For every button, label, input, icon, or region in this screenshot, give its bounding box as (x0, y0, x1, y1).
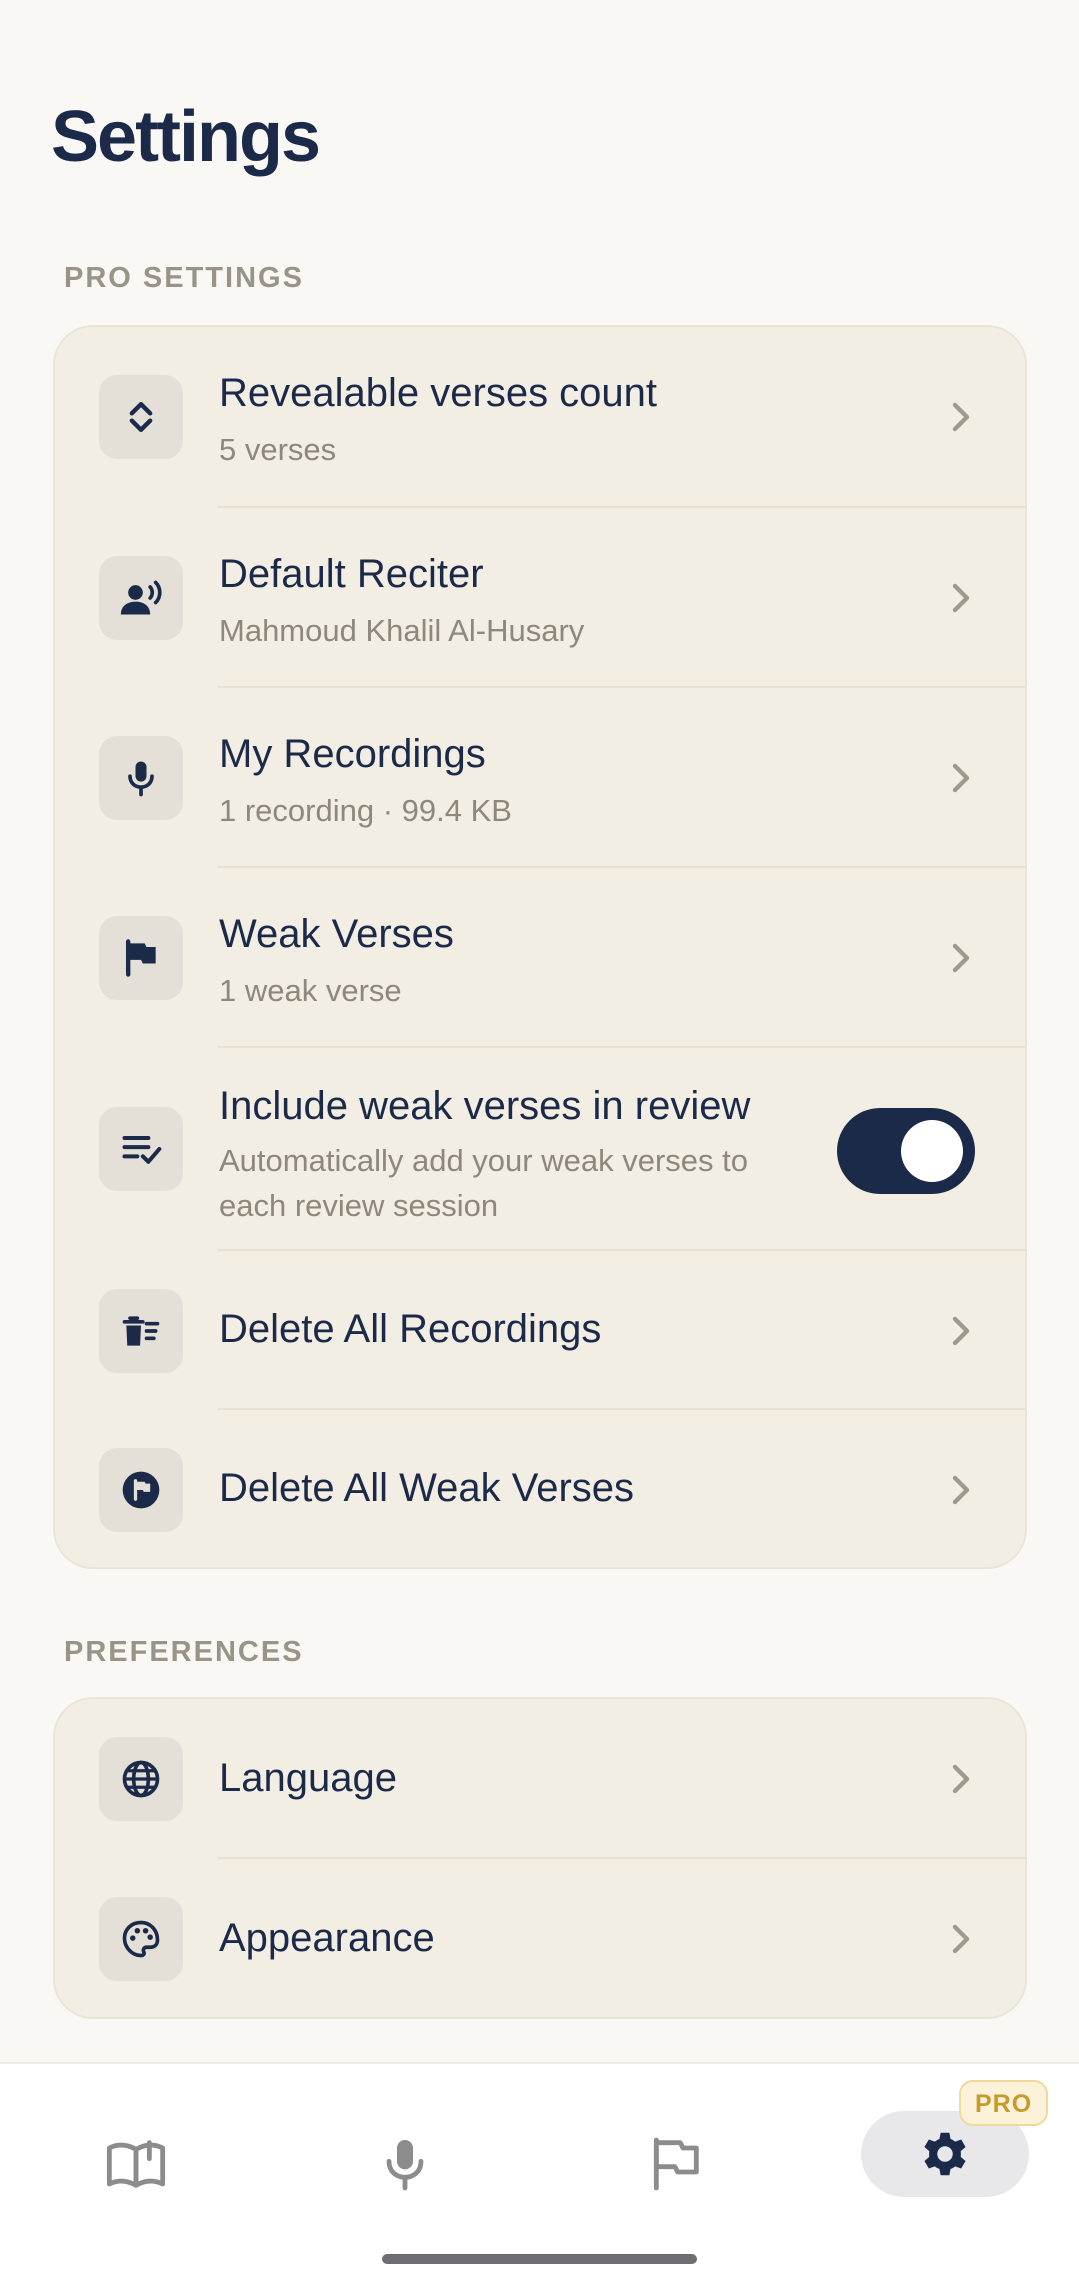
flag-icon (653, 2137, 699, 2191)
chevron-right-icon (952, 1475, 970, 1505)
chevron-right-icon (952, 402, 970, 432)
flag-icon (99, 916, 183, 1000)
row-subtitle: 1 weak verse (219, 973, 402, 1008)
chevron-right-icon (952, 583, 970, 613)
pro-badge: PRO (959, 2080, 1049, 2126)
palette-icon (99, 1897, 183, 1981)
record-voice-icon (99, 556, 183, 640)
book-icon (106, 2140, 166, 2188)
row-title: Language (219, 1756, 397, 1800)
microphone-icon (99, 736, 183, 820)
row-title: Delete All Weak Verses (219, 1466, 635, 1510)
row-subtitle: Mahmoud Khalil Al-Husary (219, 613, 585, 648)
row-title: Appearance (219, 1916, 435, 1960)
row-subtitle: 5 verses (219, 432, 337, 467)
default-reciter-row[interactable]: Default Reciter Mahmoud Khalil Al-Husary (55, 508, 1025, 688)
row-title: Weak Verses (219, 912, 454, 956)
delete-all-weak-verses-row[interactable]: Delete All Weak Verses (55, 1410, 1025, 1567)
tab-weak-verses[interactable] (635, 2124, 715, 2204)
bottom-tab-bar: PRO (0, 2062, 1079, 2284)
chevron-right-icon (952, 1924, 970, 1954)
page-title: Settings (51, 97, 321, 177)
row-title: Revealable verses count (219, 371, 658, 415)
toggle-knob (901, 1120, 963, 1182)
row-title: Default Reciter (219, 552, 484, 596)
chevron-right-icon (952, 763, 970, 793)
settings-screen: Settings PRO SETTINGS Revealable verses … (0, 0, 1079, 2284)
pro-settings-card: Revealable verses count 5 verses Default… (53, 325, 1027, 1569)
expand-vertical-icon (99, 375, 183, 459)
delete-sweep-icon (99, 1289, 183, 1373)
chevron-right-icon (952, 1316, 970, 1346)
section-label-preferences: PREFERENCES (64, 1636, 304, 1668)
row-subtitle: Automatically add your weak verses to ea… (219, 1143, 748, 1223)
tab-recordings[interactable] (365, 2124, 445, 2204)
tab-book[interactable] (96, 2124, 176, 2204)
chevron-right-icon (952, 943, 970, 973)
row-title: Delete All Recordings (219, 1307, 602, 1351)
section-label-pro-settings: PRO SETTINGS (64, 262, 304, 294)
globe-icon (99, 1737, 183, 1821)
home-indicator[interactable] (382, 2254, 697, 2264)
row-title: My Recordings (219, 732, 486, 776)
revealable-verses-count-row[interactable]: Revealable verses count 5 verses (55, 327, 1025, 508)
playlist-check-icon (99, 1107, 183, 1191)
microphone-icon (386, 2140, 424, 2191)
include-weak-verses-row: Include weak verses in review Automatica… (55, 1048, 1025, 1251)
delete-all-recordings-row[interactable]: Delete All Recordings (55, 1251, 1025, 1410)
row-title: Include weak verses in review (219, 1084, 751, 1128)
include-weak-verses-toggle[interactable] (837, 1108, 975, 1194)
flag-circle-icon (99, 1448, 183, 1532)
appearance-row[interactable]: Appearance (55, 1859, 1025, 2017)
chevron-right-icon (952, 1764, 970, 1794)
language-row[interactable]: Language (55, 1699, 1025, 1859)
preferences-card: Language Appearance (53, 1697, 1027, 2019)
my-recordings-row[interactable]: My Recordings 1 recording · 99.4 KB (55, 688, 1025, 868)
weak-verses-row[interactable]: Weak Verses 1 weak verse (55, 868, 1025, 1048)
row-subtitle: 1 recording · 99.4 KB (219, 793, 512, 828)
gear-icon (924, 2132, 966, 2176)
